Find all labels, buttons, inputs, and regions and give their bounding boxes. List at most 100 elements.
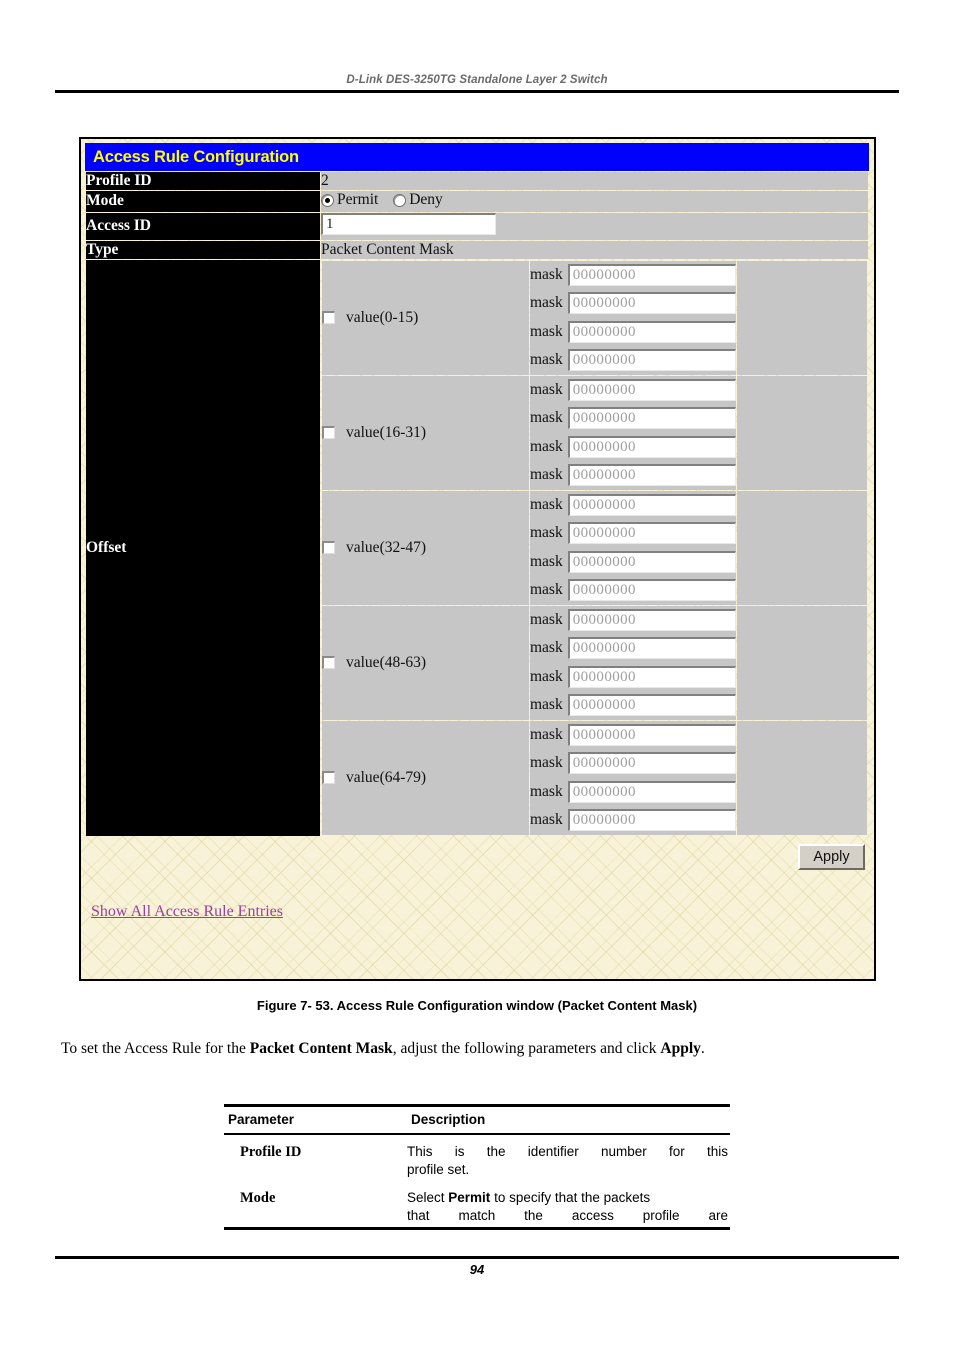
offset-group-4-masks: mask 00000000 mask 00000000 mask 0000000…	[530, 720, 736, 835]
offset-group-0-spacer	[737, 260, 867, 375]
offset-group-row: value(48-63) mask 00000000 mask 00000000…	[322, 605, 867, 720]
mask-input[interactable]: 00000000	[567, 665, 736, 688]
offset-group-3-label: value(48-63)	[346, 653, 427, 671]
mask-label: mask	[530, 811, 563, 829]
param-name-mode: Mode	[240, 1190, 276, 1206]
table-row: Mode Select Permit to specify that the p…	[224, 1181, 730, 1227]
figure-caption: Figure 7- 53. Access Rule Configuration …	[256, 998, 698, 1013]
mask-label: mask	[530, 754, 563, 772]
mask-label: mask	[530, 466, 563, 484]
mask-input[interactable]: 00000000	[567, 378, 736, 401]
parameter-table: Parameter Description Profile ID This is…	[224, 1104, 730, 1230]
param-table-bottom-rule	[224, 1227, 730, 1230]
param-desc-pre: Select	[407, 1190, 449, 1205]
mask-row: mask 00000000	[530, 548, 736, 577]
intro-bold-apply: Apply	[660, 1040, 701, 1057]
mode-radio-deny[interactable]: Deny	[393, 191, 443, 209]
table-row: Profile ID This is the identifier number…	[224, 1135, 730, 1181]
show-all-access-rule-entries-link[interactable]: Show All Access Rule Entries	[91, 903, 283, 921]
offset-group-2-spacer	[737, 490, 867, 605]
mask-input[interactable]: 00000000	[567, 550, 736, 573]
page-number: 94	[469, 1262, 485, 1277]
mask-label: mask	[530, 294, 563, 312]
mask-label: mask	[530, 524, 563, 542]
mask-input[interactable]: 00000000	[567, 435, 736, 458]
mask-row: mask 00000000	[530, 404, 736, 433]
access-rule-form: Profile ID 2 Mode Permit Deny Access ID …	[85, 171, 869, 837]
mask-input[interactable]: 00000000	[567, 752, 736, 775]
mask-row: mask 00000000	[530, 749, 736, 778]
mask-input[interactable]: 00000000	[567, 407, 736, 430]
mask-row: mask 00000000	[530, 461, 736, 490]
mode-value-cell: Permit Deny	[321, 191, 868, 212]
mask-row: mask 00000000	[530, 261, 736, 290]
param-desc-line: This is the identifier number for this	[407, 1144, 728, 1159]
screenshot-window: Access Rule Configuration Profile ID 2 M…	[79, 137, 876, 981]
offset-group-3-spacer	[737, 605, 867, 720]
mask-input[interactable]: 00000000	[567, 694, 736, 717]
offset-group-1-checkbox-cell[interactable]: value(16-31)	[322, 375, 529, 490]
param-header-row: Parameter Description	[224, 1107, 730, 1133]
mask-input[interactable]: 00000000	[567, 608, 736, 631]
mask-input[interactable]: 00000000	[567, 263, 736, 286]
mask-input[interactable]: 00000000	[567, 349, 736, 372]
form-row-type: Type Packet Content Mask	[86, 240, 868, 259]
mask-row: mask 00000000	[530, 691, 736, 720]
offset-group-2-checkbox-cell[interactable]: value(32-47)	[322, 490, 529, 605]
mask-label: mask	[530, 322, 563, 340]
mask-row: mask 00000000	[530, 376, 736, 405]
mask-input[interactable]: 00000000	[567, 579, 736, 602]
offset-groups-table: value(0-15) mask 00000000 mask 00000000 …	[321, 260, 868, 836]
mask-row: mask 00000000	[530, 663, 736, 692]
mode-label: Mode	[86, 191, 320, 212]
mask-row: mask 00000000	[530, 778, 736, 807]
form-row-mode: Mode Permit Deny	[86, 191, 868, 212]
param-desc-post: to specify that the packets	[490, 1190, 651, 1205]
mask-input[interactable]: 00000000	[567, 464, 736, 487]
offset-group-2-checkbox[interactable]	[322, 541, 335, 555]
mask-input[interactable]: 00000000	[567, 522, 736, 545]
access-id-label: Access ID	[86, 212, 320, 240]
offset-group-4-checkbox-cell[interactable]: value(64-79)	[322, 720, 529, 835]
window-title: Access Rule Configuration	[93, 147, 299, 166]
offset-label: Offset	[86, 259, 320, 836]
apply-button[interactable]: Apply	[798, 843, 865, 870]
radio-permit-icon[interactable]	[321, 193, 334, 207]
mask-row: mask 00000000	[530, 318, 736, 347]
param-desc-bold-permit: Permit	[448, 1190, 491, 1205]
offset-group-0-checkbox-cell[interactable]: value(0-15)	[322, 260, 529, 375]
offset-group-1-label: value(16-31)	[346, 423, 427, 441]
mask-input[interactable]: 00000000	[567, 809, 736, 832]
mask-input[interactable]: 00000000	[567, 637, 736, 660]
mask-label: mask	[530, 265, 563, 283]
offset-group-3-checkbox-cell[interactable]: value(48-63)	[322, 605, 529, 720]
mask-row: mask 00000000	[530, 289, 736, 318]
mode-radio-permit[interactable]: Permit	[321, 191, 378, 209]
offset-group-row: value(0-15) mask 00000000 mask 00000000 …	[322, 260, 867, 375]
mask-input[interactable]: 00000000	[567, 780, 736, 803]
offset-group-4-spacer	[737, 720, 867, 835]
offset-group-4-label: value(64-79)	[346, 768, 427, 786]
intro-prefix: To set the Access Rule for the	[61, 1040, 250, 1057]
mask-label: mask	[530, 725, 563, 743]
param-table-head: Parameter Description	[224, 1107, 730, 1133]
param-desc-profile-id: This is the identifier number for this pr…	[407, 1135, 730, 1181]
offset-group-0-masks: mask 00000000 mask 00000000 mask 0000000…	[530, 260, 736, 375]
param-name-profile-id: Profile ID	[240, 1144, 302, 1160]
profile-id-label: Profile ID	[86, 172, 320, 190]
offset-group-3-checkbox[interactable]	[322, 656, 335, 670]
offset-group-1-checkbox[interactable]	[322, 426, 335, 440]
intro-suffix: .	[700, 1040, 705, 1057]
offset-group-0-checkbox[interactable]	[322, 311, 335, 325]
radio-deny-icon[interactable]	[393, 193, 407, 207]
mask-row: mask 00000000	[530, 806, 736, 835]
mask-input[interactable]: 00000000	[567, 493, 736, 516]
mask-input[interactable]: 00000000	[567, 292, 736, 315]
mask-input[interactable]: 00000000	[567, 723, 736, 746]
offset-group-1-masks: mask 00000000 mask 00000000 mask 0000000…	[530, 375, 736, 490]
offset-group-4-checkbox[interactable]	[322, 771, 335, 785]
mask-row: mask 00000000	[530, 346, 736, 375]
mask-input[interactable]: 00000000	[567, 320, 736, 343]
access-id-input[interactable]: 1	[321, 212, 496, 235]
form-row-offset: Offset value(0-15) mask 00000000 mask 00…	[86, 259, 868, 836]
